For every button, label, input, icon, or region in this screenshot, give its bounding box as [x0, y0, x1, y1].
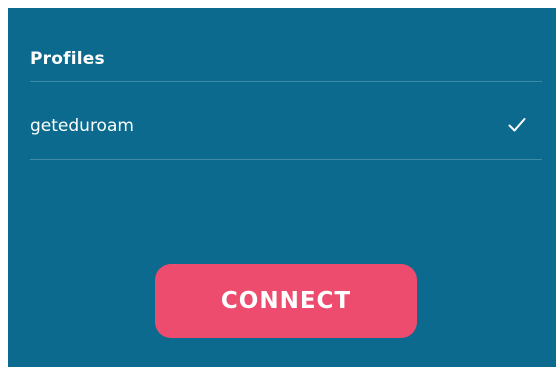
profiles-header: Profiles: [30, 49, 105, 69]
check-icon: [508, 118, 526, 132]
profile-divider: [30, 159, 542, 160]
connect-button[interactable]: CONNECT: [155, 264, 417, 338]
profile-item[interactable]: geteduroam: [30, 82, 542, 159]
profile-name: geteduroam: [30, 116, 134, 136]
profiles-panel: Profiles geteduroam CONNECT: [8, 8, 556, 367]
